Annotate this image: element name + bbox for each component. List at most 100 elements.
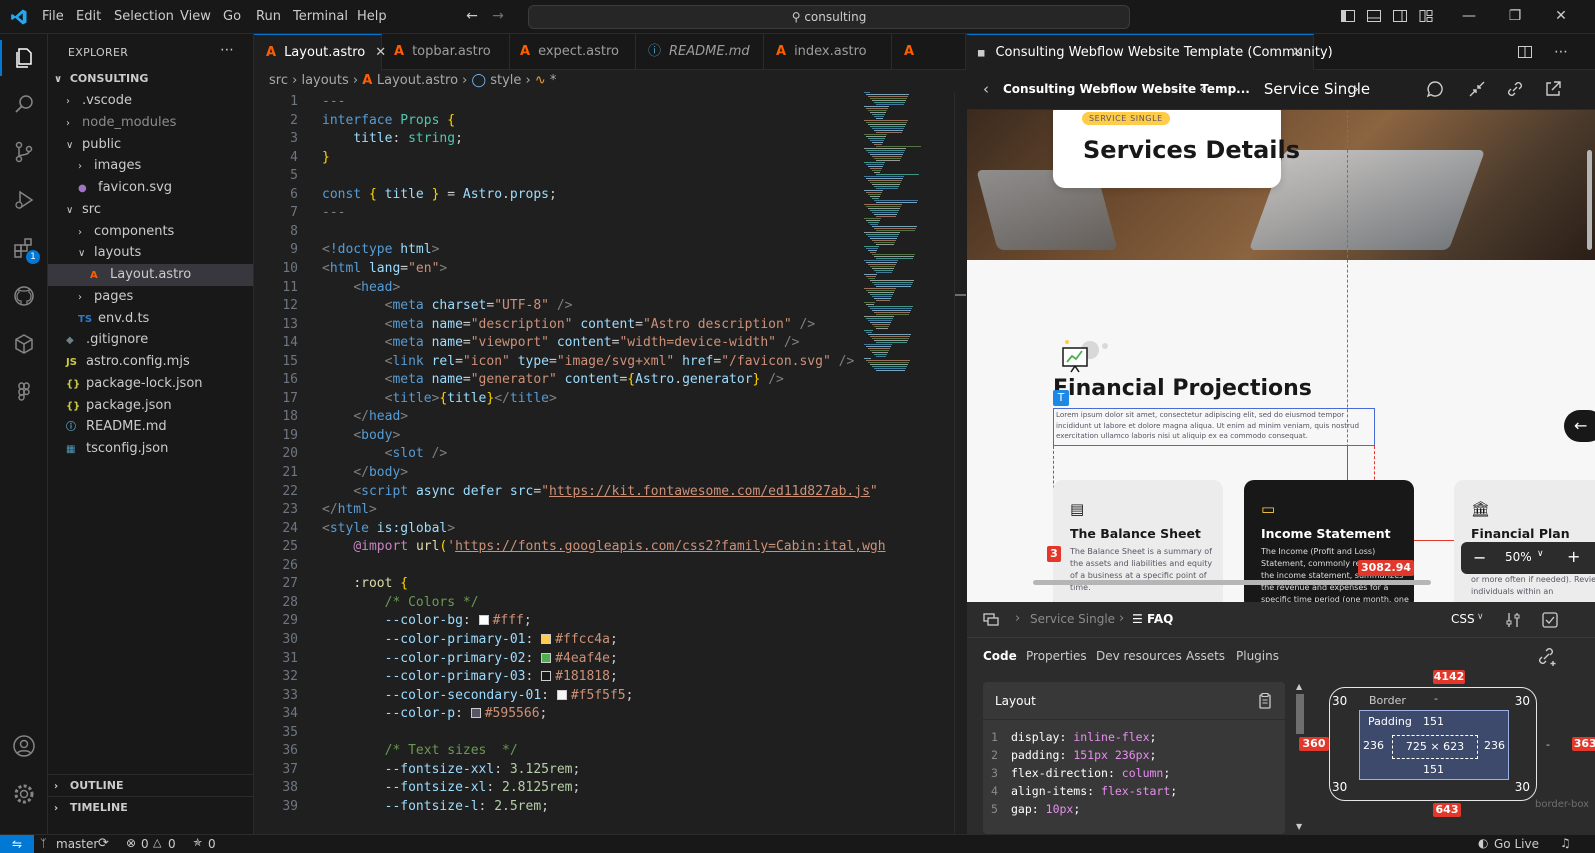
error-count[interactable]: 0 [141,837,149,851]
sync-icon[interactable]: ⟳ [98,836,109,851]
command-center-search[interactable]: ⚲ consulting [528,5,1130,29]
git-branch[interactable]: master [56,837,98,851]
tree-folder[interactable]: › components [48,221,253,243]
editor-tab[interactable]: A Layout.astro ✕ [254,34,386,70]
css-line[interactable]: 1 display: inline-flex; [983,730,1285,748]
inspect-scroll-thumb[interactable] [1296,694,1304,734]
explorer-icon[interactable] [12,46,36,70]
code-line[interactable]: --color-primary-02: #4eaf4e; [322,651,618,666]
code-line[interactable]: --fontsize-l: 2.5rem; [322,799,549,814]
css-line[interactable]: 3 flex-direction: column; [983,766,1285,784]
editor-tab-overflow[interactable]: A [892,34,966,70]
github-icon[interactable] [12,284,36,308]
source-control-icon[interactable] [12,140,36,164]
toggle-secondary-sidebar-icon[interactable] [1392,8,1408,24]
figma-icon[interactable] [12,380,36,404]
add-link-icon[interactable] [1537,646,1559,672]
link-icon[interactable] [1505,79,1525,103]
editor-tab[interactable]: Atopbar.astro [382,34,510,70]
code-line[interactable]: <slot /> [322,446,448,461]
minimap[interactable] [862,92,954,392]
menu-run[interactable]: Run [256,9,281,24]
code-line[interactable]: --color-p: #595566; [322,706,548,721]
code-line[interactable]: <link rel="icon" type="image/svg+xml" hr… [322,354,855,369]
copy-icon[interactable] [1257,692,1273,714]
tree-folder[interactable]: ∨ public [48,134,253,156]
breadcrumb-item[interactable]: layouts [301,73,348,88]
split-editor-icon[interactable] [1517,44,1533,60]
code-line[interactable]: <body> [322,428,400,443]
editor-scroll-thumb[interactable] [955,294,966,296]
run-debug-icon[interactable] [12,188,36,212]
inspect-tab-code[interactable]: Code [983,649,1017,663]
inspect-tab-assets[interactable]: Assets [1186,649,1225,663]
design-preview[interactable]: SERVICE SINGLE Services Details Financia… [967,110,1595,602]
menu-selection[interactable]: Selection [114,9,174,24]
account-icon[interactable] [12,734,36,758]
code-line[interactable]: --- [322,205,345,220]
css-line[interactable]: 4 align-items: flex-start; [983,784,1285,802]
code-line[interactable]: --color-bg: #fff; [322,613,532,628]
restore-icon[interactable]: ❐ [1507,8,1523,24]
tree-folder[interactable]: ∨ layouts [48,242,253,264]
inspect-tab-dev-resources[interactable]: Dev resources [1096,649,1182,663]
extensions-icon[interactable]: 1 [12,236,40,264]
language-select[interactable]: CSS [1451,612,1475,626]
inspect-tab-properties[interactable]: Properties [1026,649,1087,663]
figma-tab[interactable]: ◼ Consulting Webflow Website Template (C… [967,34,1333,70]
menu-go[interactable]: Go [223,9,241,24]
tree-folder[interactable]: › .vscode [48,90,253,112]
zoom-out-icon[interactable]: − [1473,548,1486,567]
menu-edit[interactable]: Edit [76,9,101,24]
preview-v-scrollbar[interactable] [1587,150,1592,250]
breadcrumb-item[interactable]: * [550,73,557,88]
code-line[interactable]: } [322,150,330,165]
selected-paragraph[interactable]: Lorem ipsum dolor sit amet, consectetur … [1053,408,1375,446]
menu-view[interactable]: View [180,9,211,24]
editor-tab[interactable]: ⓘ README.md [636,34,764,70]
code-line[interactable]: --color-primary-03: #181818; [322,669,618,684]
scroll-left-button[interactable]: ← [1564,410,1595,442]
settings-gear-icon[interactable] [12,782,36,806]
tree-folder[interactable]: › images [48,155,253,177]
tree-folder[interactable]: ∨ src [48,199,253,221]
inspect-scroll-up-icon[interactable]: ▲ [1296,682,1302,691]
tree-file[interactable]: JS astro.config.mjs [48,351,253,373]
tree-folder[interactable]: › pages [48,286,253,308]
code-line[interactable]: /* Colors */ [322,595,479,610]
ports-count[interactable]: 0 [208,837,216,851]
more-actions-icon[interactable]: ⋯ [220,42,234,58]
tree-file[interactable]: ◆ .gitignore [48,329,253,351]
breadcrumb-item[interactable]: Layout.astro [377,73,458,88]
prev-frame-icon[interactable]: ‹ [1199,80,1205,98]
crumb-parent[interactable]: Service Single [1030,612,1115,626]
package-icon[interactable] [12,332,36,356]
remote-indicator[interactable]: ⇋ [0,835,34,853]
code-line[interactable]: <title>{title}</title> [322,391,557,406]
code-editor[interactable]: 1 --- 2 interface Props {3 title: string; 4}… [254,92,966,834]
code-line[interactable]: /* Text sizes */ [322,743,518,758]
nav-forward-icon[interactable]: → [490,8,506,24]
code-line[interactable]: :root { [322,576,408,591]
notifications-icon[interactable]: ♫ [1560,836,1571,850]
css-line[interactable]: 2 padding: 151px 236px; [983,748,1285,766]
menu-terminal[interactable]: Terminal [293,9,348,24]
code-line[interactable]: <head> [322,280,400,295]
zoom-in-icon[interactable]: + [1567,547,1580,566]
workspace-root[interactable]: ∨ CONSULTING [48,68,253,90]
code-line[interactable]: --color-secondary-01: #f5f5f5; [322,688,634,703]
code-line[interactable]: <meta name="viewport" content="width=dev… [322,335,800,350]
tree-file[interactable]: {} package-lock.json [48,373,253,395]
code-line[interactable]: interface Props { [322,113,455,128]
comment-icon[interactable] [1425,79,1445,103]
tree-file[interactable]: ▦ tsconfig.json [48,438,253,460]
inspect-tab-plugins[interactable]: Plugins [1236,649,1279,663]
code-line[interactable]: const { title } = Astro.props; [322,187,557,202]
code-line[interactable]: title: string; [322,131,463,146]
close-tab-icon[interactable]: ✕ [1292,35,1303,70]
css-line[interactable]: 5 gap: 10px; [983,802,1285,820]
breadcrumb-item[interactable]: style [490,73,521,88]
code-line[interactable]: --fontsize-xxl: 3.125rem; [322,762,581,777]
code-line[interactable]: <meta name="generator" content={Astro.ge… [322,372,784,387]
code-line[interactable]: <script async defer src="https://kit.fon… [322,484,877,499]
